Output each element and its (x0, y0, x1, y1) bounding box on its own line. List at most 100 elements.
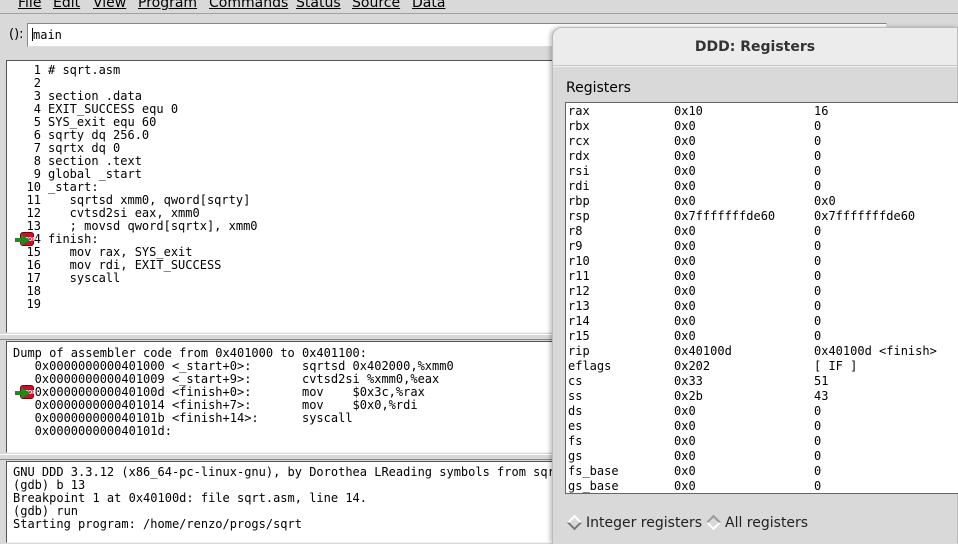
register-hex: 0x0 (674, 149, 696, 163)
menu-commands[interactable]: Commands (209, 0, 288, 11)
register-value: 0 (814, 419, 822, 433)
register-row[interactable]: rbp 0x0 0x0 (566, 194, 958, 209)
register-hex: 0x0 (674, 314, 696, 328)
register-row[interactable]: eflags 0x202 [ IF ] (566, 359, 958, 374)
register-value: 0 (814, 179, 822, 193)
register-row[interactable]: r12 0x0 0 (566, 284, 958, 299)
register-hex: 0x202 (674, 359, 711, 373)
register-value: 0 (814, 254, 822, 268)
register-name: rip (568, 344, 590, 358)
register-row[interactable]: rdx 0x0 0 (566, 149, 958, 164)
all-registers-label: All registers (725, 515, 809, 531)
pane-separator[interactable] (0, 454, 560, 460)
register-name: r14 (568, 314, 590, 328)
register-hex: 0x0 (674, 299, 696, 313)
registers-list[interactable]: rax 0x10 16 rbx 0x0 0 rcx 0x0 0 rdx 0x0 0 rsi 0x0 0 rdi… (565, 102, 958, 494)
register-row[interactable]: rbx 0x0 0 (566, 119, 958, 134)
console-line: GNU DDD 3.3.12 (x86_64-pc-linux-gnu), by… (13, 465, 566, 479)
register-row[interactable]: rax 0x10 16 (566, 104, 958, 119)
line-number: 19 (26, 297, 41, 311)
register-value: 0 (814, 434, 822, 448)
register-row[interactable]: cs 0x33 51 (566, 374, 958, 389)
register-value: 0x7fffffffde60 (814, 209, 916, 223)
menu-file[interactable]: File (18, 0, 41, 11)
registers-options: Integer registers All registers (553, 503, 957, 544)
register-row[interactable]: ss 0x2b 43 (566, 389, 958, 404)
register-hex: 0x0 (674, 239, 696, 253)
register-name: r13 (568, 299, 590, 313)
register-row[interactable]: r14 0x0 0 (566, 314, 958, 329)
register-hex: 0x0 (674, 194, 696, 208)
registers-window-title[interactable]: DDD: Registers (553, 28, 957, 66)
source-code: # sqrt.asm (48, 63, 121, 77)
register-hex: 0x0 (674, 164, 696, 178)
menu-status[interactable]: Status (296, 0, 341, 11)
register-value: 0x40100d <finish> (814, 344, 937, 358)
register-row[interactable]: gs 0x0 0 (566, 449, 958, 464)
register-name: fs (568, 434, 583, 448)
register-row[interactable]: rdi 0x0 0 (566, 179, 958, 194)
register-row[interactable]: r10 0x0 0 (566, 254, 958, 269)
register-name: gs (568, 449, 583, 463)
register-row[interactable]: r15 0x0 0 (566, 329, 958, 344)
register-hex: 0x0 (674, 434, 696, 448)
execution-arrow-icon[interactable] (15, 234, 30, 246)
register-row[interactable]: gs_base 0x0 0 (566, 479, 958, 493)
source-line[interactable]: 17 syscall (7, 272, 557, 285)
pane-separator[interactable] (0, 334, 560, 340)
console-line: Starting program: /home/renzo/progs/sqrt (13, 517, 302, 531)
register-name: ds (568, 404, 583, 418)
menu-edit[interactable]: Edit (53, 0, 80, 11)
register-row[interactable]: r13 0x0 0 (566, 299, 958, 314)
argument-value: main (33, 28, 62, 42)
register-row[interactable]: r9 0x0 0 (566, 239, 958, 254)
register-hex: 0x2b (674, 389, 703, 403)
machine-code-window[interactable]: Dump of assembler code from 0x401000 to … (6, 341, 566, 453)
source-line[interactable]: 19 (7, 298, 557, 311)
assembly-line[interactable]: 0x000000000040101d: (13, 425, 172, 438)
source-window[interactable]: 1 # sqrt.asm 2 3 section .data 4 EXIT_SUCCESS … (6, 60, 566, 333)
source-line[interactable]: 1 # sqrt.asm (7, 64, 557, 77)
source-line[interactable]: 18 (7, 285, 557, 298)
register-name: rax (568, 104, 590, 118)
gdb-console[interactable]: GNU DDD 3.3.12 (x86_64-pc-linux-gnu), by… (6, 461, 566, 543)
register-value: 0 (814, 134, 822, 148)
register-name: fs_base (568, 464, 619, 478)
register-value: 0 (814, 449, 822, 463)
integer-registers-label: Integer registers (586, 515, 703, 531)
register-row[interactable]: rsp 0x7fffffffde60 0x7fffffffde60 (566, 209, 958, 224)
all-registers-radio[interactable]: All registers (705, 514, 809, 531)
register-row[interactable]: rip 0x40100d 0x40100d <finish> (566, 344, 958, 359)
radio-diamond-icon (566, 514, 583, 531)
register-hex: 0x0 (674, 404, 696, 418)
register-value: 0 (814, 119, 822, 133)
register-hex: 0x0 (674, 179, 696, 193)
menu-data[interactable]: Data (412, 0, 445, 11)
register-name: r9 (568, 239, 583, 253)
register-hex: 0x0 (674, 134, 696, 148)
register-row[interactable]: r11 0x0 0 (566, 269, 958, 284)
register-row[interactable]: rsi 0x0 0 (566, 164, 958, 179)
register-hex: 0x0 (674, 479, 696, 493)
integer-registers-radio[interactable]: Integer registers (566, 514, 703, 531)
registers-body: Registers rax 0x10 16 rbx 0x0 0 rcx 0x0 0 rdx 0x0 0… (553, 67, 958, 503)
register-row[interactable]: r8 0x0 0 (566, 224, 958, 239)
menu-program[interactable]: Program (138, 0, 197, 11)
menu-view[interactable]: View (93, 0, 126, 11)
register-name: rdx (568, 149, 590, 163)
register-row[interactable]: fs 0x0 0 (566, 434, 958, 449)
register-row[interactable]: ds 0x0 0 (566, 404, 958, 419)
register-row[interactable]: rcx 0x0 0 (566, 134, 958, 149)
argument-label: (): (9, 27, 24, 42)
register-value: 0 (814, 479, 822, 493)
register-hex: 0x0 (674, 119, 696, 133)
register-value: 0 (814, 164, 822, 178)
register-name: rbx (568, 119, 590, 133)
register-row[interactable]: es 0x0 0 (566, 419, 958, 434)
register-name: rbp (568, 194, 590, 208)
register-row[interactable]: fs_base 0x0 0 (566, 464, 958, 479)
menu-source[interactable]: Source (352, 0, 400, 11)
execution-arrow-icon[interactable] (15, 387, 30, 399)
register-name: r11 (568, 269, 590, 283)
register-name: gs_base (568, 479, 619, 493)
